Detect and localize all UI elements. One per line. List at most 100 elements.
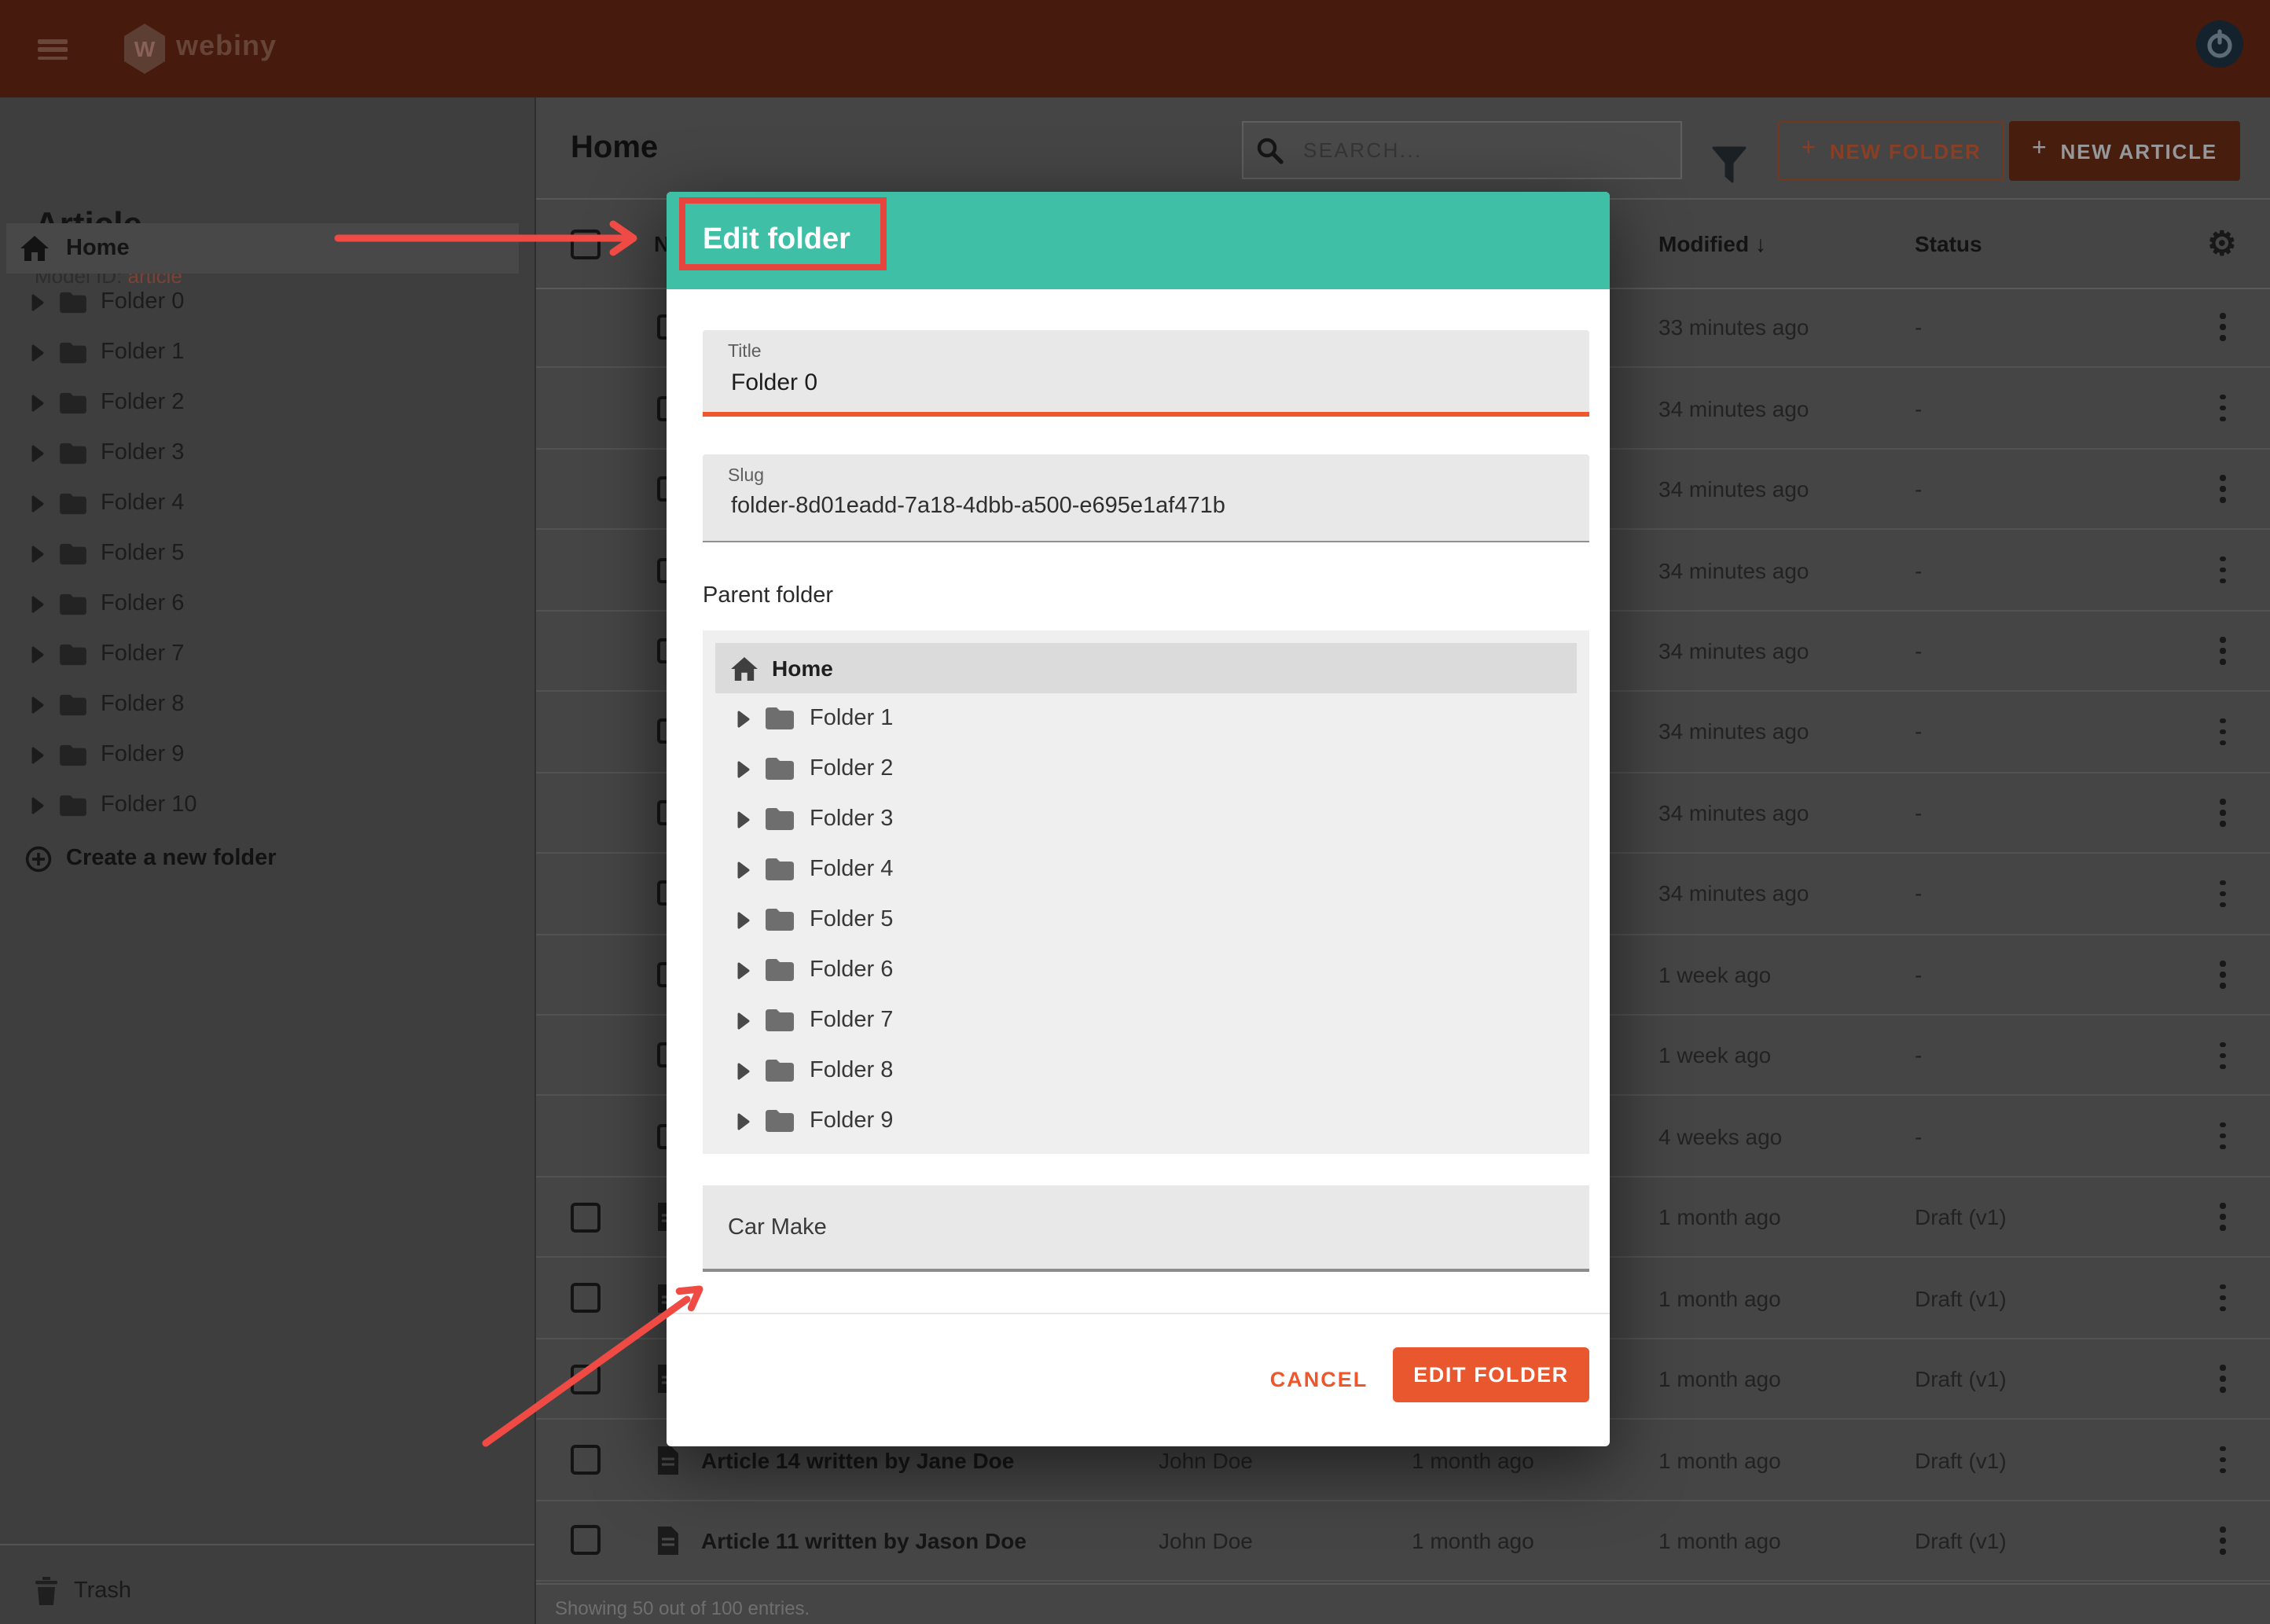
title-input[interactable] (728, 368, 1552, 398)
sign-out-button[interactable] (2196, 20, 2243, 68)
search-box[interactable] (1242, 121, 1682, 179)
sidebar: Article Model ID: article Home Folder 0F… (0, 97, 536, 1624)
tree-folder-label: Folder 1 (810, 706, 893, 731)
caret-right-icon[interactable] (737, 911, 750, 928)
row-actions-kebab-icon[interactable] (2212, 1501, 2234, 1581)
row-checkbox[interactable] (571, 1283, 601, 1313)
folder-icon (58, 491, 88, 515)
sidebar-folder-item[interactable]: Folder 5 (0, 528, 534, 579)
sidebar-item-home[interactable]: Home (6, 223, 519, 274)
hamburger-menu-icon[interactable] (38, 39, 68, 60)
cancel-button[interactable]: CANCEL (1264, 1352, 1374, 1407)
row-actions-kebab-icon[interactable] (2212, 612, 2234, 691)
webiny-wordmark: webiny (176, 30, 277, 63)
tree-item-home[interactable]: Home (715, 643, 1577, 693)
row-checkbox[interactable] (571, 1445, 601, 1475)
caret-right-icon[interactable] (31, 645, 44, 663)
caret-right-icon[interactable] (31, 545, 44, 562)
folder-icon (58, 391, 88, 414)
filter-icon[interactable] (1712, 146, 1747, 184)
row-actions-kebab-icon[interactable] (2212, 693, 2234, 772)
sidebar-folder-item[interactable]: Folder 1 (0, 327, 534, 377)
create-new-folder-button[interactable]: Create a new folder (0, 833, 534, 884)
caret-right-icon[interactable] (31, 746, 44, 763)
row-actions-kebab-icon[interactable] (2212, 450, 2234, 529)
caret-right-icon[interactable] (31, 494, 44, 512)
caret-right-icon[interactable] (31, 796, 44, 814)
caret-right-icon[interactable] (737, 961, 750, 979)
caret-right-icon[interactable] (737, 1012, 750, 1029)
tree-folder-label: Folder 4 (810, 857, 893, 882)
row-actions-kebab-icon[interactable] (2212, 854, 2234, 933)
search-input[interactable] (1300, 137, 1652, 164)
sidebar-folder-item[interactable]: Folder 4 (0, 478, 534, 528)
sidebar-folder-item[interactable]: Folder 7 (0, 629, 534, 679)
tree-folder-item[interactable]: Folder 3 (703, 794, 1589, 844)
sidebar-folder-item[interactable]: Folder 0 (0, 277, 534, 327)
tree-folder-item[interactable]: Folder 5 (703, 895, 1589, 945)
caret-right-icon[interactable] (737, 1112, 750, 1130)
tree-folder-item[interactable]: Folder 9 (703, 1096, 1589, 1146)
search-icon (1256, 136, 1284, 164)
row-actions-kebab-icon[interactable] (2212, 288, 2234, 367)
caret-right-icon[interactable] (31, 595, 44, 612)
row-created: 1 month ago (1412, 1501, 1534, 1581)
table-settings-gear-icon[interactable]: ⚙ (2207, 227, 2237, 260)
column-header-modified[interactable]: Modified ↓ (1658, 200, 1766, 288)
row-actions-kebab-icon[interactable] (2212, 1420, 2234, 1500)
row-checkbox[interactable] (571, 1364, 601, 1394)
row-actions-kebab-icon[interactable] (2212, 935, 2234, 1014)
table-row-article[interactable]: Article 11 written by Jason DoeJohn Doe1… (536, 1501, 2270, 1582)
sidebar-folder-item[interactable]: Folder 10 (0, 780, 534, 830)
row-checkbox[interactable] (571, 1202, 601, 1232)
caret-right-icon[interactable] (737, 1062, 750, 1079)
tree-folder-item[interactable]: Folder 8 (703, 1045, 1589, 1096)
column-header-status[interactable]: Status (1915, 200, 1982, 288)
sidebar-folder-item[interactable]: Folder 8 (0, 679, 534, 729)
row-checkbox[interactable] (571, 1526, 601, 1556)
row-actions-kebab-icon[interactable] (2212, 1258, 2234, 1338)
tree-folder-item[interactable]: Folder 1 (703, 693, 1589, 744)
tree-folder-item[interactable]: Folder 2 (703, 744, 1589, 794)
slug-input[interactable] (728, 492, 1552, 520)
caret-right-icon[interactable] (31, 394, 44, 411)
tree-folder-item[interactable]: Folder 4 (703, 844, 1589, 895)
car-make-select[interactable]: Car Make (703, 1185, 1589, 1272)
edit-folder-dialog: Edit folder Title Slug Parent folder Hom… (667, 192, 1610, 1446)
caret-right-icon[interactable] (737, 810, 750, 828)
row-modified: 1 month ago (1658, 1420, 1781, 1500)
row-modified: 34 minutes ago (1658, 773, 1809, 852)
tree-folder-item[interactable]: Folder 6 (703, 945, 1589, 995)
row-actions-kebab-icon[interactable] (2212, 1178, 2234, 1257)
caret-right-icon[interactable] (737, 710, 750, 727)
sidebar-folder-label: Folder 4 (101, 491, 184, 516)
tree-folder-label: Folder 3 (810, 806, 893, 832)
caret-right-icon[interactable] (31, 696, 44, 713)
sidebar-item-trash[interactable]: Trash (0, 1563, 534, 1619)
sidebar-folder-item[interactable]: Folder 2 (0, 377, 534, 428)
new-folder-button[interactable]: + NEW FOLDER (1778, 121, 2004, 181)
row-actions-kebab-icon[interactable] (2212, 773, 2234, 852)
row-actions-kebab-icon[interactable] (2212, 1016, 2234, 1095)
caret-right-icon[interactable] (31, 293, 44, 310)
sidebar-folder-item[interactable]: Folder 6 (0, 579, 534, 629)
new-article-button[interactable]: + NEW ARTICLE (2009, 121, 2240, 181)
row-actions-kebab-icon[interactable] (2212, 369, 2234, 448)
row-modified: 1 month ago (1658, 1258, 1781, 1338)
sidebar-folder-label: Folder 3 (101, 440, 184, 465)
caret-right-icon[interactable] (31, 444, 44, 461)
row-actions-kebab-icon[interactable] (2212, 1339, 2234, 1419)
caret-right-icon[interactable] (737, 861, 750, 878)
caret-right-icon[interactable] (31, 344, 44, 361)
caret-right-icon[interactable] (737, 760, 750, 777)
tree-folder-item[interactable]: Folder 7 (703, 995, 1589, 1045)
row-actions-kebab-icon[interactable] (2212, 531, 2234, 610)
select-all-checkbox[interactable] (571, 229, 601, 259)
sidebar-folder-item[interactable]: Folder 3 (0, 428, 534, 478)
sidebar-folder-item[interactable]: Folder 9 (0, 729, 534, 780)
row-actions-kebab-icon[interactable] (2212, 1097, 2234, 1176)
folder-icon (764, 756, 795, 781)
edit-folder-submit-button[interactable]: EDIT FOLDER (1393, 1347, 1589, 1402)
row-status: Draft (v1) (1915, 1258, 2007, 1338)
row-modified: 1 month ago (1658, 1501, 1781, 1581)
